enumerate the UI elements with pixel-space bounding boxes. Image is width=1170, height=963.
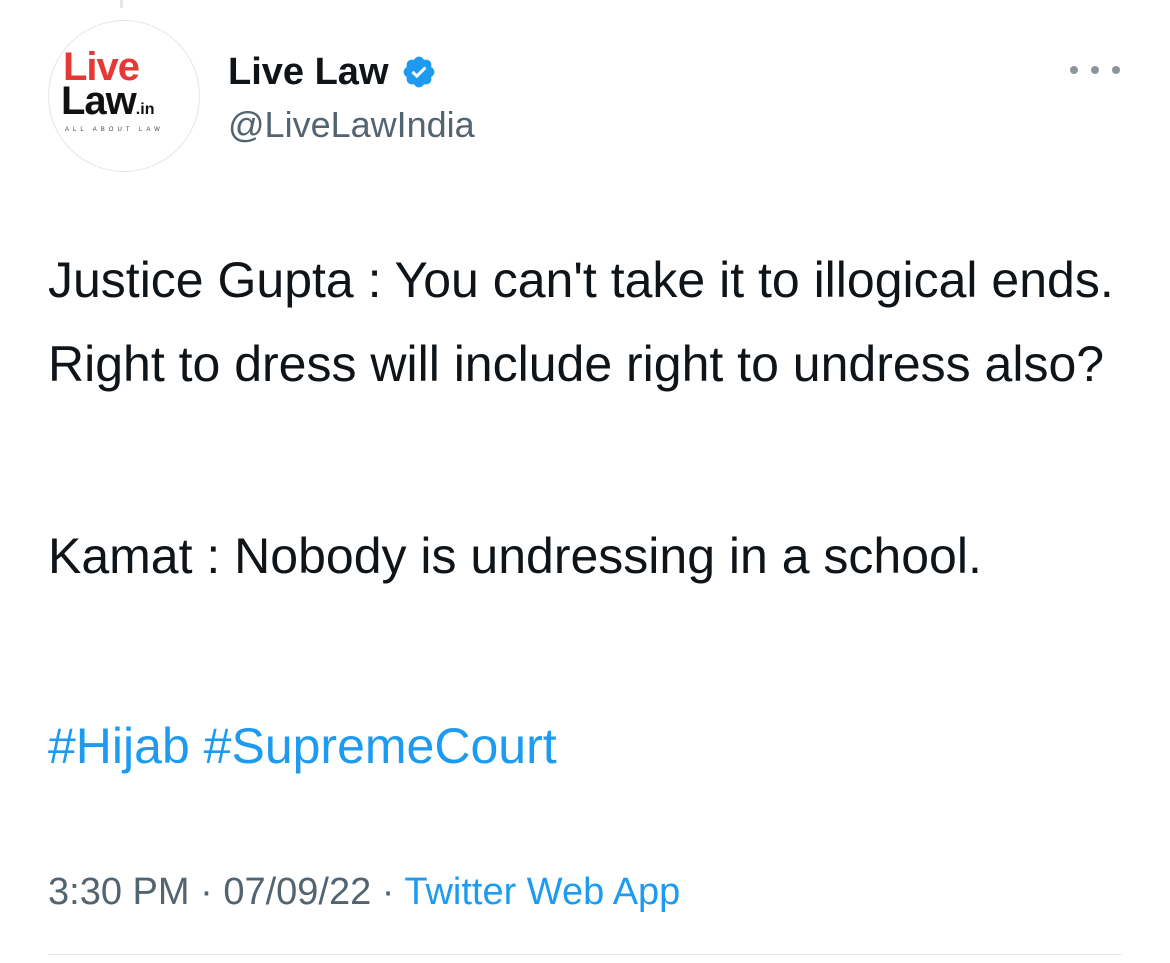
logo-tagline: ALL ABOUT LAW xyxy=(65,127,164,133)
hashtag-link[interactable]: #SupremeCourt xyxy=(204,718,557,774)
hashtag-link[interactable]: #Hijab xyxy=(48,718,190,774)
author-name-row[interactable]: Live Law xyxy=(228,48,437,96)
hashtag-row: #Hijab #SupremeCourt xyxy=(48,704,557,788)
tweet-paragraph: Justice Gupta : You can't take it to ill… xyxy=(48,252,1114,392)
more-dot xyxy=(1070,66,1078,74)
display-name[interactable]: Live Law xyxy=(228,51,389,94)
divider xyxy=(48,954,1122,955)
logo-law-text: Law.in xyxy=(61,81,154,130)
more-options-icon[interactable] xyxy=(1070,58,1120,82)
logo-suffix: .in xyxy=(135,101,155,118)
verified-badge-icon xyxy=(403,56,434,88)
meta-separator: · xyxy=(200,871,213,913)
more-dot xyxy=(1112,66,1120,74)
tweet-paragraph: Kamat : Nobody is undressing in a school… xyxy=(48,528,982,584)
tweet-meta: 3:30 PM · 07/09/22 · Twitter Web App xyxy=(48,866,680,918)
more-dot xyxy=(1091,66,1099,74)
logo-law-word: Law xyxy=(61,79,137,123)
tweet-date[interactable]: 07/09/22 xyxy=(223,871,371,913)
thread-connector xyxy=(120,0,123,8)
tweet-time[interactable]: 3:30 PM xyxy=(48,871,190,913)
tweet-source-link[interactable]: Twitter Web App xyxy=(404,871,680,913)
author-handle[interactable]: @LiveLawIndia xyxy=(228,104,475,146)
avatar[interactable]: Live Law.in ALL ABOUT LAW xyxy=(48,20,200,172)
meta-separator: · xyxy=(381,871,395,913)
